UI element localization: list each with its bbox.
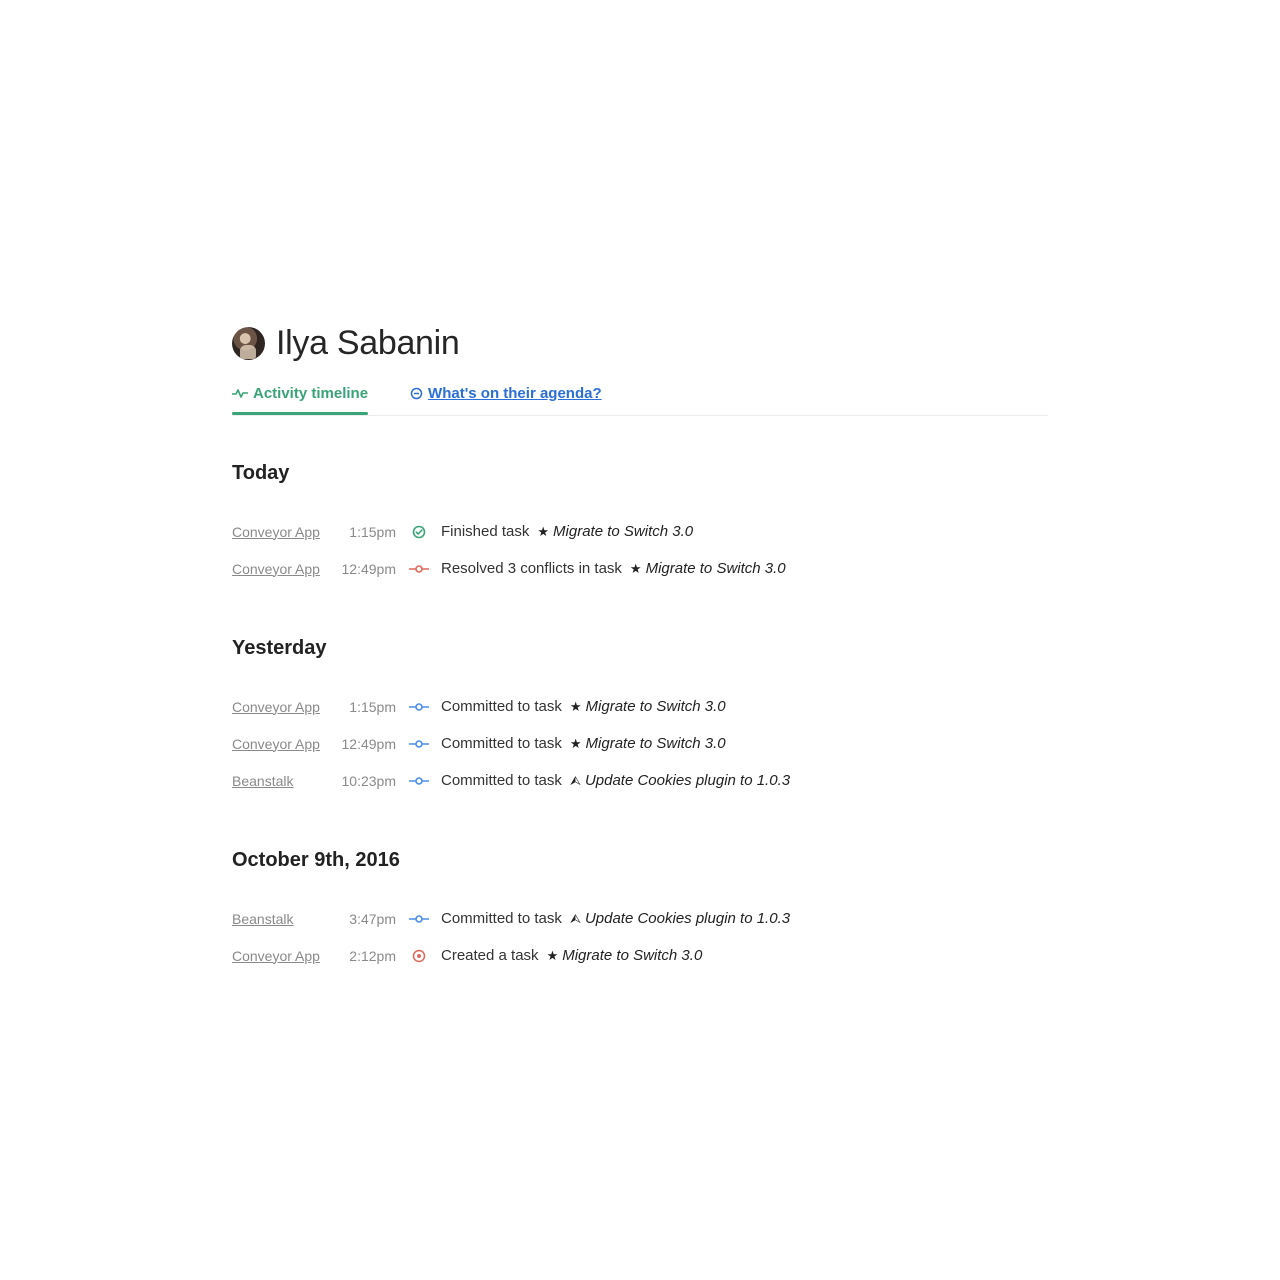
- task-name: Migrate to Switch 3.0: [645, 560, 786, 577]
- task-name: Migrate to Switch 3.0: [585, 735, 726, 752]
- source-link[interactable]: Beanstalk: [232, 773, 332, 789]
- event-time: 12:49pm: [341, 560, 396, 577]
- task-name: Migrate to Switch 3.0: [553, 523, 694, 540]
- pulse-icon: [232, 387, 248, 399]
- source-link[interactable]: Conveyor App: [232, 699, 332, 715]
- task-link[interactable]: ★ Migrate to Switch 3.0: [570, 735, 726, 752]
- timeline-row: Conveyor App 12:49pm Committed to task ★ Mig…: [232, 725, 1048, 762]
- target-red-icon: [396, 949, 441, 963]
- event-description: Committed to task ★ Migrate to Switch 3.0: [441, 735, 726, 752]
- check-circle-icon: [396, 525, 441, 539]
- event-time: 2:12pm: [349, 947, 396, 964]
- profile-header: Ilya Sabanin: [232, 322, 1048, 364]
- event-time: 1:15pm: [349, 698, 396, 715]
- event-description: Created a task ★ Migrate to Switch 3.0: [441, 947, 702, 964]
- timeline-row: Conveyor App 1:15pm Finished task ★ Migrate …: [232, 513, 1048, 550]
- day-group: Yesterday Conveyor App 1:15pm Committed to …: [232, 635, 1048, 799]
- task-link[interactable]: ★ Migrate to Switch 3.0: [630, 560, 786, 577]
- task-link[interactable]: ★ Migrate to Switch 3.0: [570, 698, 726, 715]
- task-name: Migrate to Switch 3.0: [585, 698, 726, 715]
- commit-red-icon: [396, 564, 441, 574]
- task-link[interactable]: ★ Migrate to Switch 3.0: [547, 947, 703, 964]
- event-description: Finished task ★ Migrate to Switch 3.0: [441, 523, 693, 540]
- tab-activity-timeline[interactable]: Activity timeline: [232, 381, 369, 415]
- commit-blue-icon: [396, 776, 441, 786]
- profile-name: Ilya Sabanin: [276, 323, 460, 362]
- event-action: Resolved 3 conflicts in task: [441, 560, 622, 577]
- source-link[interactable]: Beanstalk: [232, 911, 332, 927]
- source-link[interactable]: Conveyor App: [232, 524, 332, 540]
- circle-arrow-icon: ⮙: [569, 773, 581, 788]
- task-name: Migrate to Switch 3.0: [562, 947, 703, 964]
- day-heading: October 9th, 2016: [232, 849, 400, 871]
- task-name: Update Cookies plugin to 1.0.3: [584, 910, 791, 927]
- event-action: Finished task: [441, 523, 530, 540]
- event-action: Committed to task: [441, 698, 562, 715]
- source-link[interactable]: Conveyor App: [232, 736, 332, 752]
- clock-icon: [410, 387, 423, 400]
- day-heading: Today: [232, 462, 290, 484]
- event-action: Created a task: [441, 947, 539, 964]
- day-heading: Yesterday: [232, 637, 327, 659]
- activity-timeline: Today Conveyor App 1:15pm Finished task ★ Mig…: [232, 460, 1048, 974]
- source-link[interactable]: Conveyor App: [232, 948, 332, 964]
- tab-activity-label: Activity timeline: [253, 384, 369, 402]
- circle-arrow-icon: ⮙: [569, 911, 581, 926]
- commit-blue-icon: [396, 739, 441, 749]
- timeline-row: Conveyor App 1:15pm Committed to task ★ Migr…: [232, 688, 1048, 725]
- source-link[interactable]: Conveyor App: [232, 561, 332, 577]
- tab-bar: Activity timeline What's on their agenda…: [232, 381, 1048, 416]
- event-action: Committed to task: [441, 772, 562, 789]
- event-description: Committed to task ★ Migrate to Switch 3.0: [441, 698, 726, 715]
- timeline-row: Conveyor App 2:12pm Created a task ★ Migrate…: [232, 937, 1048, 974]
- task-link[interactable]: ★ Migrate to Switch 3.0: [537, 523, 693, 540]
- star-icon: ★: [537, 524, 550, 539]
- star-icon: ★: [546, 948, 559, 963]
- day-group: October 9th, 2016 Beanstalk 3:47pm Committe…: [232, 847, 1048, 974]
- star-icon: ★: [569, 736, 582, 751]
- tab-agenda[interactable]: What's on their agenda?: [410, 381, 602, 405]
- timeline-row: Beanstalk 10:23pm Committed to task ⮙ Update…: [232, 762, 1048, 799]
- star-icon: ★: [569, 699, 582, 714]
- day-group: Today Conveyor App 1:15pm Finished task ★ Mig…: [232, 460, 1048, 587]
- event-description: Committed to task ⮙ Update Cookies plugin …: [441, 772, 790, 789]
- event-description: Resolved 3 conflicts in task ★ Migrate to …: [441, 560, 786, 577]
- timeline-row: Conveyor App 12:49pm Resolved 3 conflicts …: [232, 550, 1048, 587]
- star-icon: ★: [629, 561, 642, 576]
- event-time: 3:47pm: [349, 910, 396, 927]
- task-link[interactable]: ⮙ Update Cookies plugin to 1.0.3: [570, 772, 790, 789]
- event-action: Committed to task: [441, 910, 562, 927]
- event-time: 12:49pm: [341, 735, 396, 752]
- commit-blue-icon: [396, 914, 441, 924]
- event-time: 10:23pm: [341, 772, 396, 789]
- profile-page: Ilya Sabanin Activity timeline What's on…: [232, 322, 1048, 974]
- tab-agenda-label: What's on their agenda?: [428, 384, 602, 402]
- commit-blue-icon: [396, 702, 441, 712]
- task-name: Update Cookies plugin to 1.0.3: [584, 772, 791, 789]
- event-action: Committed to task: [441, 735, 562, 752]
- avatar: [232, 326, 265, 360]
- timeline-row: Beanstalk 3:47pm Committed to task ⮙ Update …: [232, 900, 1048, 937]
- event-description: Committed to task ⮙ Update Cookies plugin …: [441, 910, 790, 927]
- task-link[interactable]: ⮙ Update Cookies plugin to 1.0.3: [570, 910, 790, 927]
- event-time: 1:15pm: [349, 523, 396, 540]
